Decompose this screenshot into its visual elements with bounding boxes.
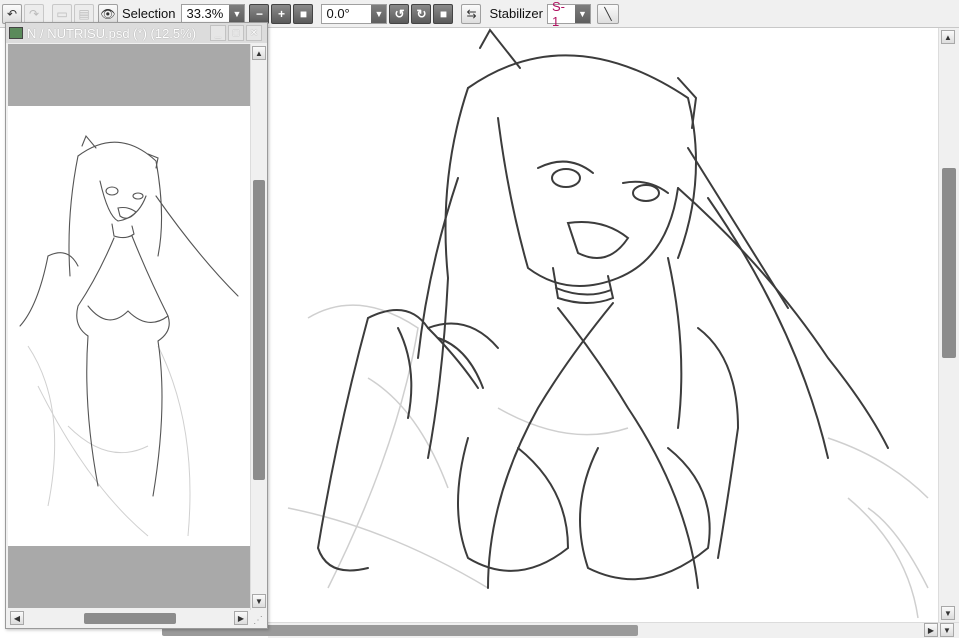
- arrow-up-icon: ▲: [255, 48, 263, 58]
- redo-button[interactable]: ↷: [24, 3, 44, 24]
- arrow-down-icon: ▼: [944, 608, 952, 618]
- zoom-value: 33.3%: [186, 6, 224, 21]
- scroll-thumb[interactable]: [84, 613, 176, 624]
- document-icon: [9, 27, 23, 39]
- navigator-page: [8, 106, 250, 546]
- scroll-thumb[interactable]: [253, 180, 265, 480]
- stabilizer-select[interactable]: S-1 ▼: [546, 0, 591, 29]
- rotate-reset-icon: ■: [439, 6, 448, 21]
- eye-icon: 👁: [100, 6, 116, 21]
- main-canvas-view[interactable]: [268, 28, 938, 622]
- rotation-value: 0.0°: [326, 6, 350, 21]
- rotate-left-button[interactable]: ↺: [389, 3, 410, 24]
- flip-horizontal-button[interactable]: ⇆: [461, 3, 482, 24]
- navigator-horizontal-scrollbar[interactable]: ◀ ▶: [8, 610, 250, 627]
- scroll-left-arrow[interactable]: ◀: [10, 611, 24, 625]
- close-button[interactable]: ✕: [246, 25, 262, 41]
- flip-horizontal-icon: ⇆: [466, 6, 477, 21]
- arrow-down-icon: ▼: [943, 625, 951, 635]
- zoom-reset-button[interactable]: ■: [293, 3, 314, 24]
- minimize-icon: _: [215, 27, 221, 39]
- main-horizontal-scrollbar[interactable]: ▶ ▼: [162, 622, 959, 638]
- navigator-window: N / NUTRISU.psd (*) (12.5%) _ □ ✕ ▲ ▼ ◀ …: [5, 22, 268, 629]
- clear-button[interactable]: ▭: [52, 3, 72, 24]
- scroll-right-arrow[interactable]: ▶: [924, 623, 938, 637]
- pen-icon: ╲: [604, 6, 612, 21]
- stabilizer-value: S-1: [551, 0, 565, 29]
- navigator-canvas[interactable]: [8, 44, 250, 608]
- navigator-title: N / NUTRISU.psd (*) (12.5%): [27, 25, 197, 41]
- rotate-right-button[interactable]: ↻: [411, 3, 432, 24]
- rotate-right-icon: ↻: [416, 6, 427, 21]
- scroll-thumb[interactable]: [942, 168, 956, 358]
- scroll-up-arrow[interactable]: ▲: [252, 46, 266, 60]
- fill-icon: ▤: [78, 6, 90, 21]
- maximize-icon: □: [232, 27, 240, 39]
- scroll-up-arrow[interactable]: ▲: [941, 30, 955, 44]
- chevron-down-icon[interactable]: ▼: [574, 4, 590, 23]
- clear-icon: ▭: [56, 6, 68, 21]
- minimize-button[interactable]: _: [210, 25, 226, 41]
- undo-icon: ↶: [6, 6, 18, 21]
- zoom-in-button[interactable]: +: [271, 3, 292, 24]
- pen-button[interactable]: ╲: [596, 3, 619, 24]
- artwork-sketch: [287, 28, 929, 619]
- rotation-select[interactable]: 0.0° ▼: [321, 3, 388, 24]
- scroll-down-arrow[interactable]: ▼: [941, 606, 955, 620]
- stabilizer-label: Stabilizer: [489, 6, 543, 21]
- zoom-out-icon: −: [255, 6, 263, 21]
- zoom-out-button[interactable]: −: [249, 3, 270, 24]
- rotate-reset-button[interactable]: ■: [433, 3, 454, 24]
- zoom-in-icon: +: [277, 6, 285, 21]
- scroll-right-arrow[interactable]: ▶: [234, 611, 248, 625]
- arrow-left-icon: ◀: [13, 613, 21, 623]
- arrow-right-icon: ▶: [237, 613, 245, 623]
- navigator-thumbnail: [19, 134, 239, 537]
- navigator-title-bar[interactable]: N / NUTRISU.psd (*) (12.5%) _ □ ✕: [6, 23, 267, 43]
- redo-icon: ↷: [28, 6, 40, 21]
- arrow-down-icon: ▼: [255, 596, 263, 606]
- resize-grip-icon[interactable]: ⋰: [253, 615, 265, 627]
- scroll-down-arrow[interactable]: ▼: [940, 623, 954, 637]
- selection-visibility-toggle[interactable]: 👁: [98, 3, 118, 24]
- main-vertical-scrollbar[interactable]: ▲ ▼: [938, 28, 959, 622]
- arrow-up-icon: ▲: [944, 32, 952, 42]
- undo-button[interactable]: ↶: [2, 3, 22, 24]
- rotate-left-icon: ↺: [394, 6, 405, 21]
- scroll-down-arrow[interactable]: ▼: [252, 594, 266, 608]
- maximize-button[interactable]: □: [228, 25, 244, 41]
- fill-button[interactable]: ▤: [74, 3, 94, 24]
- arrow-right-icon: ▶: [927, 625, 935, 635]
- chevron-down-icon[interactable]: ▼: [371, 4, 387, 23]
- zoom-reset-icon: ■: [299, 6, 308, 21]
- navigator-vertical-scrollbar[interactable]: ▲ ▼: [250, 44, 267, 610]
- zoom-select[interactable]: 33.3% ▼: [181, 3, 246, 24]
- chevron-down-icon[interactable]: ▼: [229, 4, 245, 23]
- close-icon: ✕: [249, 27, 259, 39]
- selection-label: Selection: [122, 6, 176, 21]
